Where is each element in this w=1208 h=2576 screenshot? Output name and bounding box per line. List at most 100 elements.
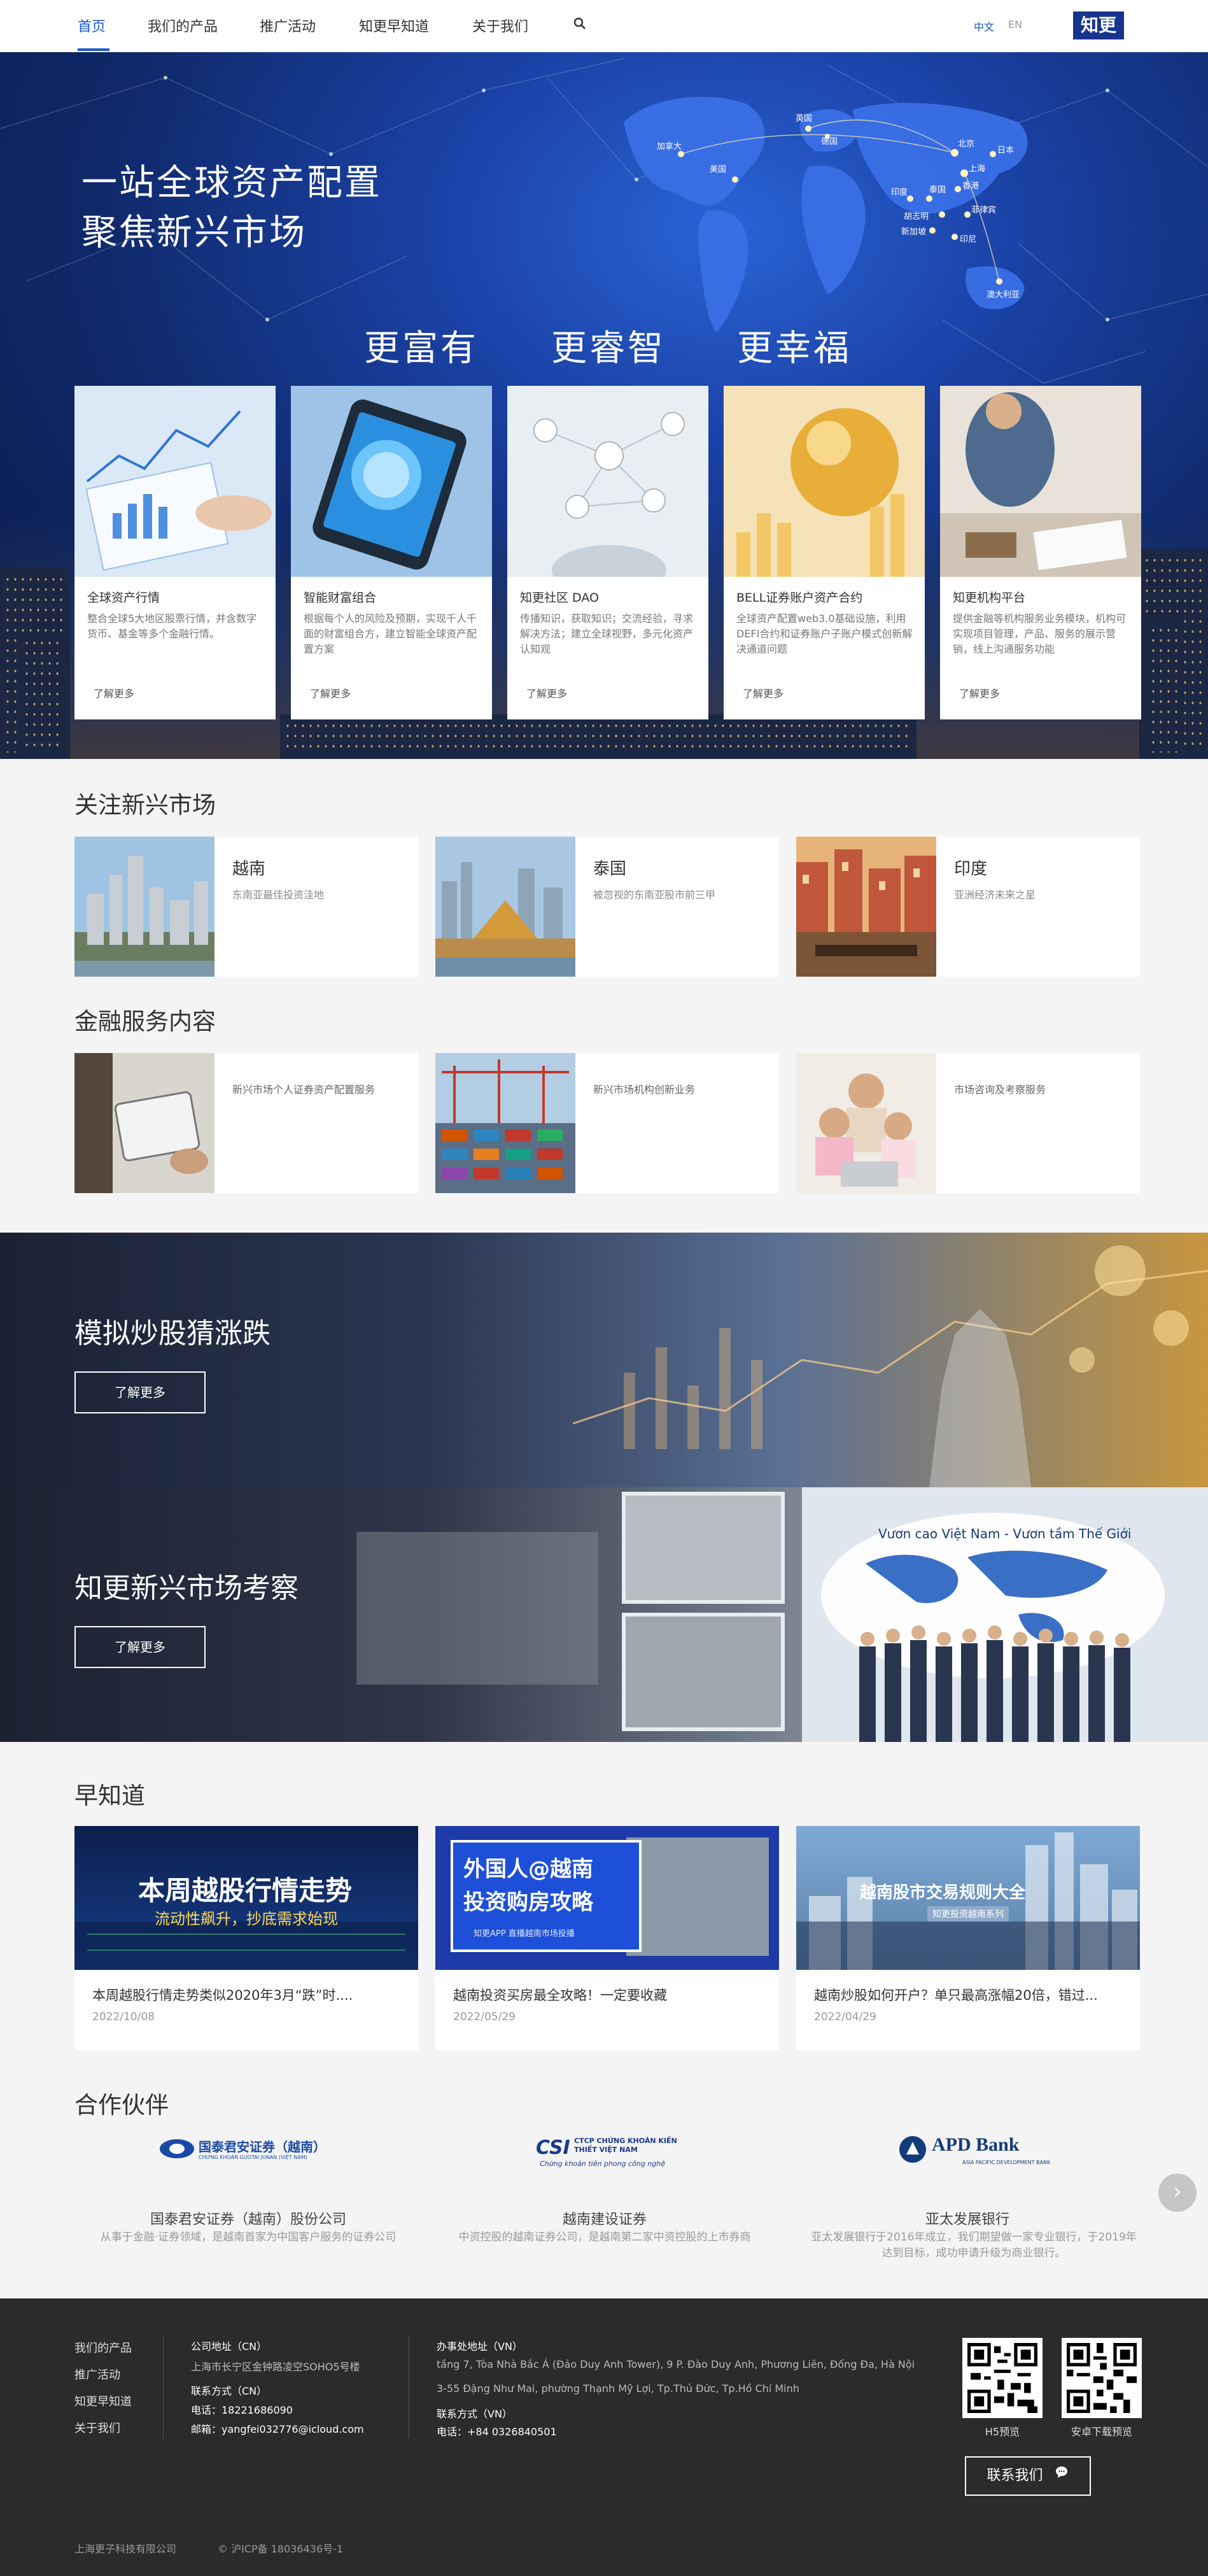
card-image-phone-globe [291, 386, 492, 577]
market-tagline: 东南亚最佳投资洼地 [232, 889, 325, 901]
market-name: 越南 [232, 860, 266, 879]
partner-description: 亚太发展银行于2016年成立，我们期望做一家专业银行，于2019年达到目标，成功… [811, 2231, 1137, 2260]
news-image-subheadline: 知更投资越南系列 [927, 1906, 1009, 1921]
feature-card-global-quotes[interactable]: 全球资产行情 整合全球5大地区股票行情，并含数字货币、基金等多个金融行情。 了解… [74, 386, 276, 719]
banner-title: 模拟炒股猜涨跌 [74, 1317, 270, 1350]
market-card-thailand[interactable]: 泰国 被忽视的东南亚股市前三甲 [435, 837, 779, 977]
partner-description: 从事于金融·证券领域，是越南首家为中国客户服务的证券公司 [100, 2231, 397, 2244]
pillar-wiser: 更睿智 [551, 328, 666, 369]
card-title: 知更机构平台 [953, 591, 1026, 605]
market-name: 印度 [954, 860, 988, 879]
footer-link-products[interactable]: 我们的产品 [74, 2339, 132, 2356]
card-learn-more-link[interactable]: 了解更多 [743, 685, 783, 700]
partner-logo-mark: CSI [536, 2137, 570, 2159]
card-image-office-worker [940, 386, 1141, 577]
partner-name: 亚太发展银行 [925, 2212, 1009, 2228]
hero-banner: 加拿大 美国 英国 德国 北京 日本 上海 香港 泰国 胡志明 印度 新加坡 菲… [0, 52, 1208, 759]
site-footer: 我们的产品 推广活动 知更早知道 关于我们 公司地址（CN） 上海市长宁区金钟路… [0, 2298, 1208, 2576]
service-card-personal[interactable]: 新兴市场个人证券资产配置服务 [74, 1053, 418, 1193]
hero-headline-2: 聚焦新兴市场 [81, 212, 307, 253]
news-title[interactable]: 越南炒股如何开户？单只最高涨幅20倍，错过... [814, 1985, 1126, 2004]
service-description: 新兴市场个人证券资产配置服务 [232, 1084, 376, 1096]
news-card[interactable]: 本周越股行情走势 流动性飙升，抄底需求始现 本周越股行情走势类似2020年3月“… [74, 1826, 418, 2050]
news-card[interactable]: 越南股市交易规则大全 知更投资越南系列 越南炒股如何开户？单只最高涨幅20倍，错… [796, 1826, 1140, 2050]
card-learn-more-link[interactable]: 了解更多 [526, 685, 567, 700]
news-title[interactable]: 本周越股行情走势类似2020年3月“跌”时.... [92, 1985, 404, 2004]
footer-link-news[interactable]: 知更早知道 [74, 2393, 132, 2409]
tablet-hands-image [74, 1053, 214, 1193]
news-image-caption: 知更APP 直播越南市场投播 [474, 1929, 575, 1939]
service-card-consulting[interactable]: 市场咨询及考察服务 [796, 1053, 1140, 1193]
nav-home[interactable]: 首页 [78, 15, 106, 36]
market-card-india[interactable]: 印度 亚洲经济未来之星 [796, 837, 1140, 977]
card-learn-more-link[interactable]: 了解更多 [959, 685, 1000, 700]
nav-products[interactable]: 我们的产品 [148, 15, 218, 36]
map-label-japan: 日本 [997, 146, 1014, 155]
learn-more-button[interactable]: 了解更多 [74, 1626, 206, 1668]
icp-record[interactable]: © 沪ICP备 18036436号-1 [218, 2540, 343, 2556]
vn-address-hanoi: tầng 7, Tòa Nhà Bắc Á (Đảo Duy Anh Tower… [437, 2358, 915, 2370]
nav-news[interactable]: 知更早知道 [359, 15, 429, 36]
section-title-emerging: 关注新兴市场 [74, 791, 216, 819]
service-card-institution[interactable]: 新兴市场机构创新业务 [435, 1053, 779, 1193]
market-tagline: 亚洲经济未来之星 [954, 889, 1036, 901]
feature-card-bell-contract[interactable]: BELL证券账户资产合约 全球资产配置web3.0基础设施，利用DEFI合约和证… [724, 386, 925, 719]
card-learn-more-link[interactable]: 了解更多 [310, 685, 351, 700]
tour-photo-collage: Vươn cao Việt Nam - Vươn tầm Thế Giới [356, 1487, 1208, 1742]
partner-logo-subtext: ASIA PACIFIC DEVELOPMENT BANK [962, 2160, 1051, 2165]
card-description: 提供金融等机构服务业务模块，机构可实现项目管理，产品、服务的展示营销，线上沟通服… [953, 612, 1127, 655]
brand-logo[interactable]: 知更 [1073, 11, 1124, 39]
vn-address-label: 办事处地址（VN） [437, 2340, 523, 2353]
card-description: 根据每个人的风险及预期，实现千人千面的财富组合方，建立智能全球资产配置方案 [304, 612, 477, 655]
banner-title: 知更新兴市场考察 [74, 1572, 298, 1604]
pillar-happier: 更幸福 [737, 328, 852, 369]
chat-bubble-icon [1054, 2458, 1069, 2495]
feature-card-institution[interactable]: 知更机构平台 提供金融等机构服务业务模块，机构可实现项目管理，产品、服务的展示营… [940, 386, 1141, 719]
lang-en[interactable]: EN [1008, 18, 1022, 31]
footer-link-about[interactable]: 关于我们 [74, 2419, 120, 2436]
pillar-richer: 更富有 [364, 328, 479, 369]
news-card[interactable]: 外国人@越南 投资购房攻略 知更APP 直播越南市场投播 越南投资买房最全攻略！… [435, 1826, 779, 2050]
partner-logo-guotai-junan[interactable]: 国泰君安证券（越南） CHỨNG KHOÁN GUOTAI JUNAN (VIỆ… [159, 2135, 337, 2163]
service-description: 新兴市场机构创新业务 [593, 1084, 696, 1096]
learn-more-button[interactable]: 了解更多 [74, 1371, 206, 1413]
partner-description: 中资控股的越南证券公司，是越南第二家中资控股的上市券商 [458, 2231, 751, 2244]
card-description: 全球资产配置web3.0基础设施，利用DEFI合约和证券账户子账户模式创新解决通… [736, 612, 913, 655]
nav-promotions[interactable]: 推广活动 [260, 15, 316, 36]
partner-logo-subtext: Chứng khoán tiên phong công nghệ [540, 2160, 666, 2168]
news-image-headline: 本周越股行情走势 [138, 1875, 353, 1906]
banner-market-tour: Vươn cao Việt Nam - Vươn tầm Thế Giới 知更… [0, 1487, 1208, 1742]
map-label-philippines: 菲律宾 [971, 205, 996, 215]
feature-card-community-dao[interactable]: 知更社区 DAO 传播知识，获取知识；交流经验，寻求解决方法；建立全球视野，多元… [507, 386, 708, 719]
news-image-property-guide: 外国人@越南 投资购房攻略 知更APP 直播越南市场投播 [435, 1826, 779, 1970]
news-image-headline: 外国人@越南 [463, 1857, 593, 1882]
map-label-beijing: 北京 [958, 139, 974, 149]
partner-logo-subtext: CHỨNG KHOÁN GUOTAI JUNAN (VIỆT NAM) [199, 2155, 307, 2160]
india-varanasi-image [796, 837, 936, 977]
hero-headline-1: 一站全球资产配置 [81, 162, 382, 204]
news-image-subheadline: 流动性飙升，抄底需求始现 [155, 1910, 338, 1928]
contact-us-label: 联系我们 [987, 2468, 1043, 2484]
news-image-trading-rules: 越南股市交易规则大全 知更投资越南系列 [796, 1826, 1140, 1970]
partners-next-button[interactable]: › [1158, 2174, 1197, 2212]
partner-logo-apd-bank[interactable]: APD Bank ASIA PACIFIC DEVELOPMENT BANK [899, 2134, 1051, 2170]
card-learn-more-link[interactable]: 了解更多 [94, 685, 134, 700]
qr-code-h5[interactable] [962, 2338, 1043, 2418]
nav-about[interactable]: 关于我们 [472, 15, 528, 36]
card-title: 智能财富组合 [304, 591, 377, 605]
map-label-hongkong: 香港 [962, 181, 979, 191]
qr-code-android[interactable] [1062, 2338, 1142, 2418]
partner-logo-csi[interactable]: CSI CTCP CHỨNG KHOÁN KIẾN THIẾT VIỆT NAM… [536, 2134, 689, 2170]
lang-cn[interactable]: 中文 [974, 18, 994, 34]
map-label-uk: 英国 [796, 114, 812, 124]
feature-card-smart-portfolio[interactable]: 智能财富组合 根据每个人的风险及预期，实现千人千面的财富组合方，建立智能全球资产… [291, 386, 492, 719]
map-label-germany: 德国 [821, 137, 838, 146]
search-icon[interactable] [573, 17, 587, 33]
map-label-hcmc: 胡志明 [904, 212, 929, 222]
contact-us-button[interactable]: 联系我们 [965, 2456, 1091, 2496]
partner-logo-text: 国泰君安证券（越南） [199, 2139, 326, 2155]
news-image-market-trend: 本周越股行情走势 流动性飙升，抄底需求始现 [74, 1826, 418, 1970]
news-title[interactable]: 越南投资买房最全攻略！一定要收藏 [453, 1985, 765, 2004]
market-card-vietnam[interactable]: 越南 东南亚最佳投资洼地 [74, 837, 418, 977]
footer-link-promotions[interactable]: 推广活动 [74, 2366, 120, 2382]
